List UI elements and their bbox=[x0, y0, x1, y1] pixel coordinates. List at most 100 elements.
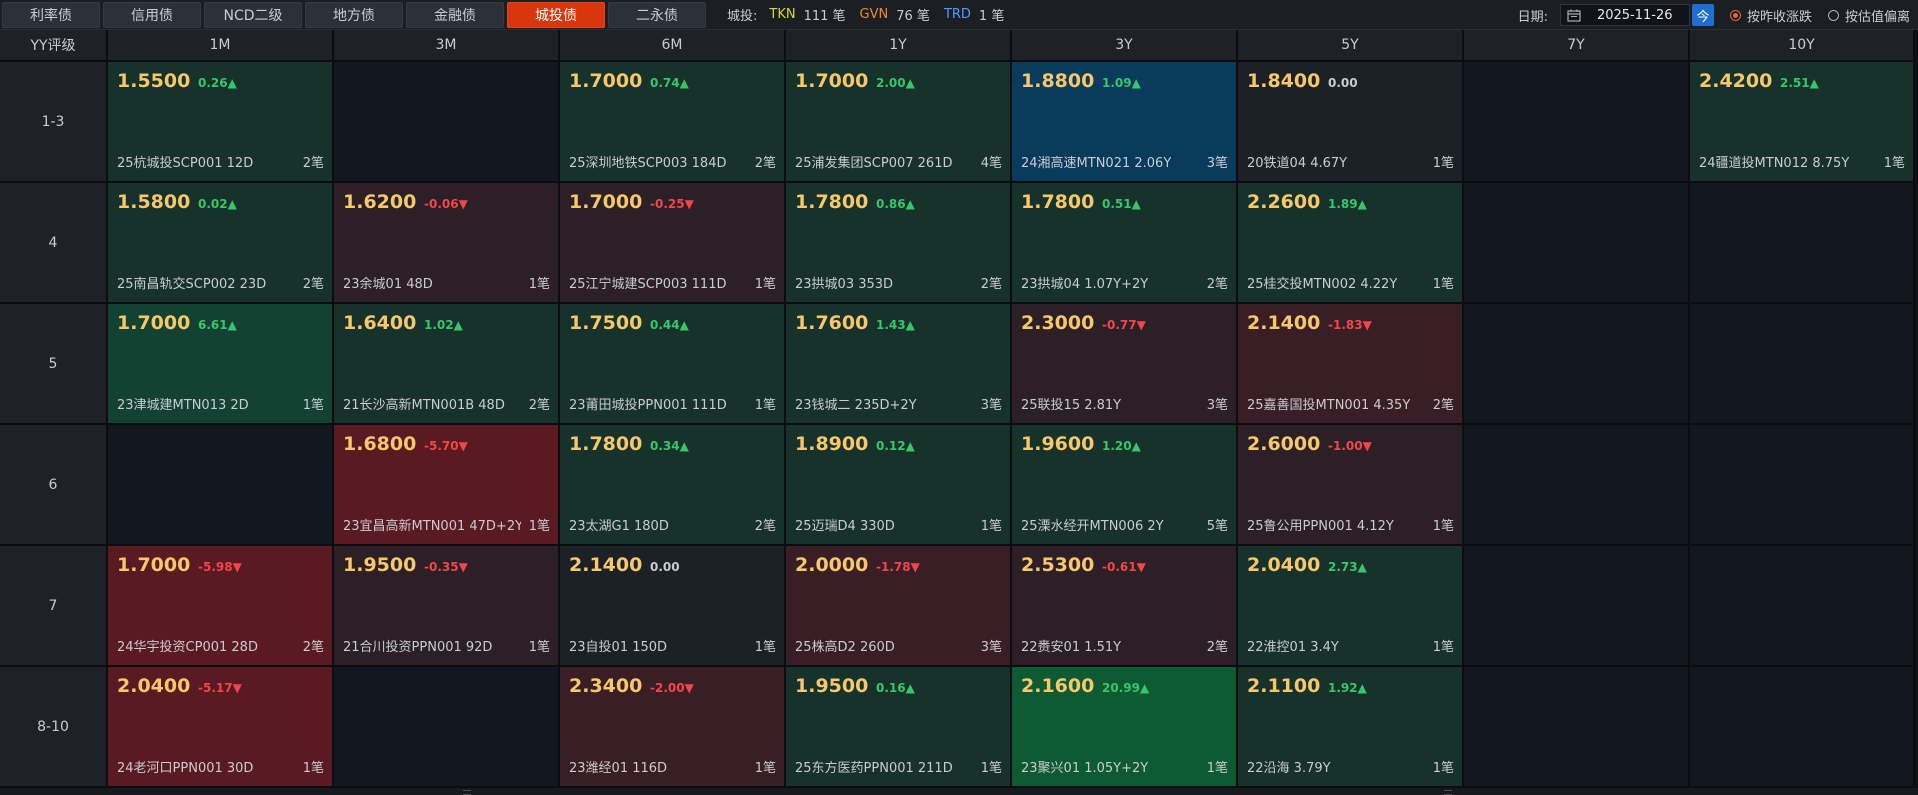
quote-cell-1y[interactable]: 1.8900 0.12▲ 25迈瑞D4 330D 1笔 bbox=[786, 425, 1012, 546]
col-header-3y: 3Y bbox=[1012, 30, 1238, 62]
grid-row: 5 1.7000 6.61▲ 23津城建MTN013 2D 1笔 1.6400 1.02▲ 2… bbox=[0, 304, 1918, 425]
col-header-1y: 1Y bbox=[786, 30, 1012, 62]
yield-value: 2.0000 bbox=[795, 554, 869, 576]
quote-cell-1y[interactable]: 1.7600 1.43▲ 23钱城二 235D+2Y 3笔 bbox=[786, 304, 1012, 425]
quote-cell-5y[interactable]: 2.2600 1.89▲ 25桂交投MTN002 4.22Y 1笔 bbox=[1238, 183, 1464, 304]
change-value: 1.92▲ bbox=[1328, 681, 1367, 695]
bond-name: 23拱城03 353D bbox=[795, 277, 894, 292]
trade-count: 1笔 bbox=[1432, 640, 1454, 655]
quote-cell-1m[interactable]: 2.0400 -5.17▼ 24老河口PPN001 30D 1笔 bbox=[108, 667, 334, 788]
change-value: 2.51▲ bbox=[1780, 76, 1819, 90]
quote-cell-3m[interactable]: 1.6400 1.02▲ 21长沙高新MTN001B 48D 2笔 bbox=[334, 304, 560, 425]
bond-name: 23莆田城投PPN001 111D bbox=[569, 398, 727, 413]
quote-cell-6m[interactable]: 1.7800 0.34▲ 23太湖G1 180D 2笔 bbox=[560, 425, 786, 546]
trade-count: 3笔 bbox=[1206, 398, 1228, 413]
bond-name: 24老河口PPN001 30D bbox=[117, 761, 254, 776]
bond-name: 22赉安01 1.51Y bbox=[1021, 640, 1122, 655]
radio-valuation-deviation[interactable]: 按估值偏离 bbox=[1827, 6, 1910, 25]
quote-cell-1y[interactable]: 1.7000 2.00▲ 25浦发集团SCP007 261D 4笔 bbox=[786, 62, 1012, 183]
date-picker[interactable]: 2025-11-26 bbox=[1559, 4, 1690, 26]
trade-count: 3笔 bbox=[980, 640, 1002, 655]
radio-prev-close[interactable]: 按昨收涨跌 bbox=[1729, 6, 1812, 25]
quote-cell-1y[interactable]: 1.9500 0.16▲ 25东方医药PPN001 211D 1笔 bbox=[786, 667, 1012, 788]
quote-cell-3y[interactable]: 1.7800 0.51▲ 23拱城04 1.07Y+2Y 2笔 bbox=[1012, 183, 1238, 304]
quote-cell-3y[interactable]: 2.1600 20.99▲ 23聚兴01 1.05Y+2Y 1笔 bbox=[1012, 667, 1238, 788]
bond-name: 25江宁城建SCP003 111D bbox=[569, 277, 727, 292]
quote-cell-1y[interactable]: 2.0000 -1.78▼ 25株高D2 260D 3笔 bbox=[786, 546, 1012, 667]
tab-lgfv-bond[interactable]: 城投债 bbox=[507, 1, 605, 28]
calendar-icon[interactable] bbox=[1567, 9, 1581, 22]
row-rating-label: 5 bbox=[0, 304, 108, 425]
change-value: 6.61▲ bbox=[198, 318, 237, 332]
empty-cell-7y bbox=[1464, 667, 1690, 788]
tab-local-gov-bond[interactable]: 地方债 bbox=[305, 1, 403, 28]
bond-name: 25嘉善国投MTN001 4.35Y bbox=[1247, 398, 1411, 413]
quote-cell-5y[interactable]: 1.8400 0.00 20铁道04 4.67Y 1笔 bbox=[1238, 62, 1464, 183]
tab-rate-bond[interactable]: 利率债 bbox=[2, 1, 100, 28]
quote-cell-5y[interactable]: 2.1100 1.92▲ 22沿海 3.79Y 1笔 bbox=[1238, 667, 1464, 788]
quote-cell-6m[interactable]: 1.7000 0.74▲ 25深圳地铁SCP003 184D 2笔 bbox=[560, 62, 786, 183]
tab-perpetual-bond[interactable]: 二永债 bbox=[608, 1, 706, 28]
yield-value: 1.6800 bbox=[343, 433, 417, 455]
quote-cell-3m[interactable]: 1.6800 -5.70▼ 23宜昌高新MTN001 47D+2Y 1笔 bbox=[334, 425, 560, 546]
quote-cell-6m[interactable]: 2.3400 -2.00▼ 23潍经01 116D 1笔 bbox=[560, 667, 786, 788]
bottom-scroll-bar[interactable] bbox=[0, 788, 1918, 795]
bond-name: 25鲁公用PPN001 4.12Y bbox=[1247, 519, 1394, 534]
quote-cell-3y[interactable]: 1.9600 1.20▲ 25溧水经开MTN006 2Y 5笔 bbox=[1012, 425, 1238, 546]
trade-count: 3笔 bbox=[980, 398, 1002, 413]
quote-cell-5y[interactable]: 2.6000 -1.00▼ 25鲁公用PPN001 4.12Y 1笔 bbox=[1238, 425, 1464, 546]
quote-cell-1m[interactable]: 1.7000 -5.98▼ 24华宇投资CP001 28D 2笔 bbox=[108, 546, 334, 667]
quote-cell-3y[interactable]: 2.5300 -0.61▼ 22赉安01 1.51Y 2笔 bbox=[1012, 546, 1238, 667]
col-header-1m: 1M bbox=[108, 30, 334, 62]
trade-count: 2笔 bbox=[1432, 398, 1454, 413]
change-value: 1.09▲ bbox=[1102, 76, 1141, 90]
quote-cell-1m[interactable]: 1.5500 0.26▲ 25杭城投SCP001 12D 2笔 bbox=[108, 62, 334, 183]
quote-cell-1m[interactable]: 1.7000 6.61▲ 23津城建MTN013 2D 1笔 bbox=[108, 304, 334, 425]
quote-cell-1m[interactable]: 1.5800 0.02▲ 25南昌轨交SCP002 23D 2笔 bbox=[108, 183, 334, 304]
change-value: 1.02▲ bbox=[424, 318, 463, 332]
col-header-6m: 6M bbox=[560, 30, 786, 62]
empty-cell-3m bbox=[334, 667, 560, 788]
quote-cell-10y[interactable]: 2.4200 2.51▲ 24疆道投MTN012 8.75Y 1笔 bbox=[1690, 62, 1915, 183]
quote-cell-6m[interactable]: 1.7000 -0.25▼ 25江宁城建SCP003 111D 1笔 bbox=[560, 183, 786, 304]
date-controls: 日期: 2025-11-26 今 按昨收涨跌 按估值偏离 bbox=[1518, 0, 1910, 30]
trade-count: 5笔 bbox=[1206, 519, 1228, 534]
quote-cell-6m[interactable]: 2.1400 0.00 23自投01 150D 1笔 bbox=[560, 546, 786, 667]
yield-value: 2.1100 bbox=[1247, 675, 1321, 697]
quote-cell-3m[interactable]: 1.9500 -0.35▼ 21合川投资PPN001 92D 1笔 bbox=[334, 546, 560, 667]
yield-value: 2.1600 bbox=[1021, 675, 1095, 697]
yield-value: 1.7000 bbox=[117, 312, 191, 334]
yield-value: 1.6400 bbox=[343, 312, 417, 334]
quote-cell-3m[interactable]: 1.6200 -0.06▼ 23余城01 48D 1笔 bbox=[334, 183, 560, 304]
date-value: 2025-11-26 bbox=[1596, 7, 1673, 23]
empty-cell-3m bbox=[334, 62, 560, 183]
yield-value: 2.4200 bbox=[1699, 70, 1773, 92]
quote-cell-6m[interactable]: 1.7500 0.44▲ 23莆田城投PPN001 111D 1笔 bbox=[560, 304, 786, 425]
tab-credit-bond[interactable]: 信用债 bbox=[103, 1, 201, 28]
change-value: -0.06▼ bbox=[424, 197, 468, 211]
quote-cell-5y[interactable]: 2.1400 -1.83▼ 25嘉善国投MTN001 4.35Y 2笔 bbox=[1238, 304, 1464, 425]
quote-cell-1y[interactable]: 1.7800 0.86▲ 23拱城03 353D 2笔 bbox=[786, 183, 1012, 304]
bond-name: 23宜昌高新MTN001 47D+2Y bbox=[343, 519, 521, 534]
today-button[interactable]: 今 bbox=[1691, 4, 1714, 26]
quote-cell-5y[interactable]: 2.0400 2.73▲ 22淮控01 3.4Y 1笔 bbox=[1238, 546, 1464, 667]
yield-value: 1.8900 bbox=[795, 433, 869, 455]
scroll-grip-icon[interactable] bbox=[1444, 790, 1452, 795]
stats-code-tkn: TKN bbox=[769, 7, 796, 22]
yield-value: 2.1400 bbox=[1247, 312, 1321, 334]
grid-row: 7 1.7000 -5.98▼ 24华宇投资CP001 28D 2笔 1.9500 -0.3… bbox=[0, 546, 1918, 667]
change-value: -0.35▼ bbox=[424, 560, 468, 574]
row-rating-label: 4 bbox=[0, 183, 108, 304]
change-value: -1.83▼ bbox=[1328, 318, 1372, 332]
yield-value: 1.8800 bbox=[1021, 70, 1095, 92]
quote-cell-3y[interactable]: 1.8800 1.09▲ 24湘高速MTN021 2.06Y 3笔 bbox=[1012, 62, 1238, 183]
bond-name: 23钱城二 235D+2Y bbox=[795, 398, 917, 413]
bond-name: 20铁道04 4.67Y bbox=[1247, 156, 1348, 171]
tab-ncd-secondary[interactable]: NCD二级 bbox=[204, 1, 302, 28]
tab-financial-bond[interactable]: 金融债 bbox=[406, 1, 504, 28]
quote-cell-3y[interactable]: 2.3000 -0.77▼ 25联投15 2.81Y 3笔 bbox=[1012, 304, 1238, 425]
scroll-grip-icon[interactable] bbox=[463, 790, 471, 795]
bond-name: 24湘高速MTN021 2.06Y bbox=[1021, 156, 1172, 171]
trade-count: 2笔 bbox=[754, 156, 776, 171]
trade-count: 3笔 bbox=[1206, 156, 1228, 171]
